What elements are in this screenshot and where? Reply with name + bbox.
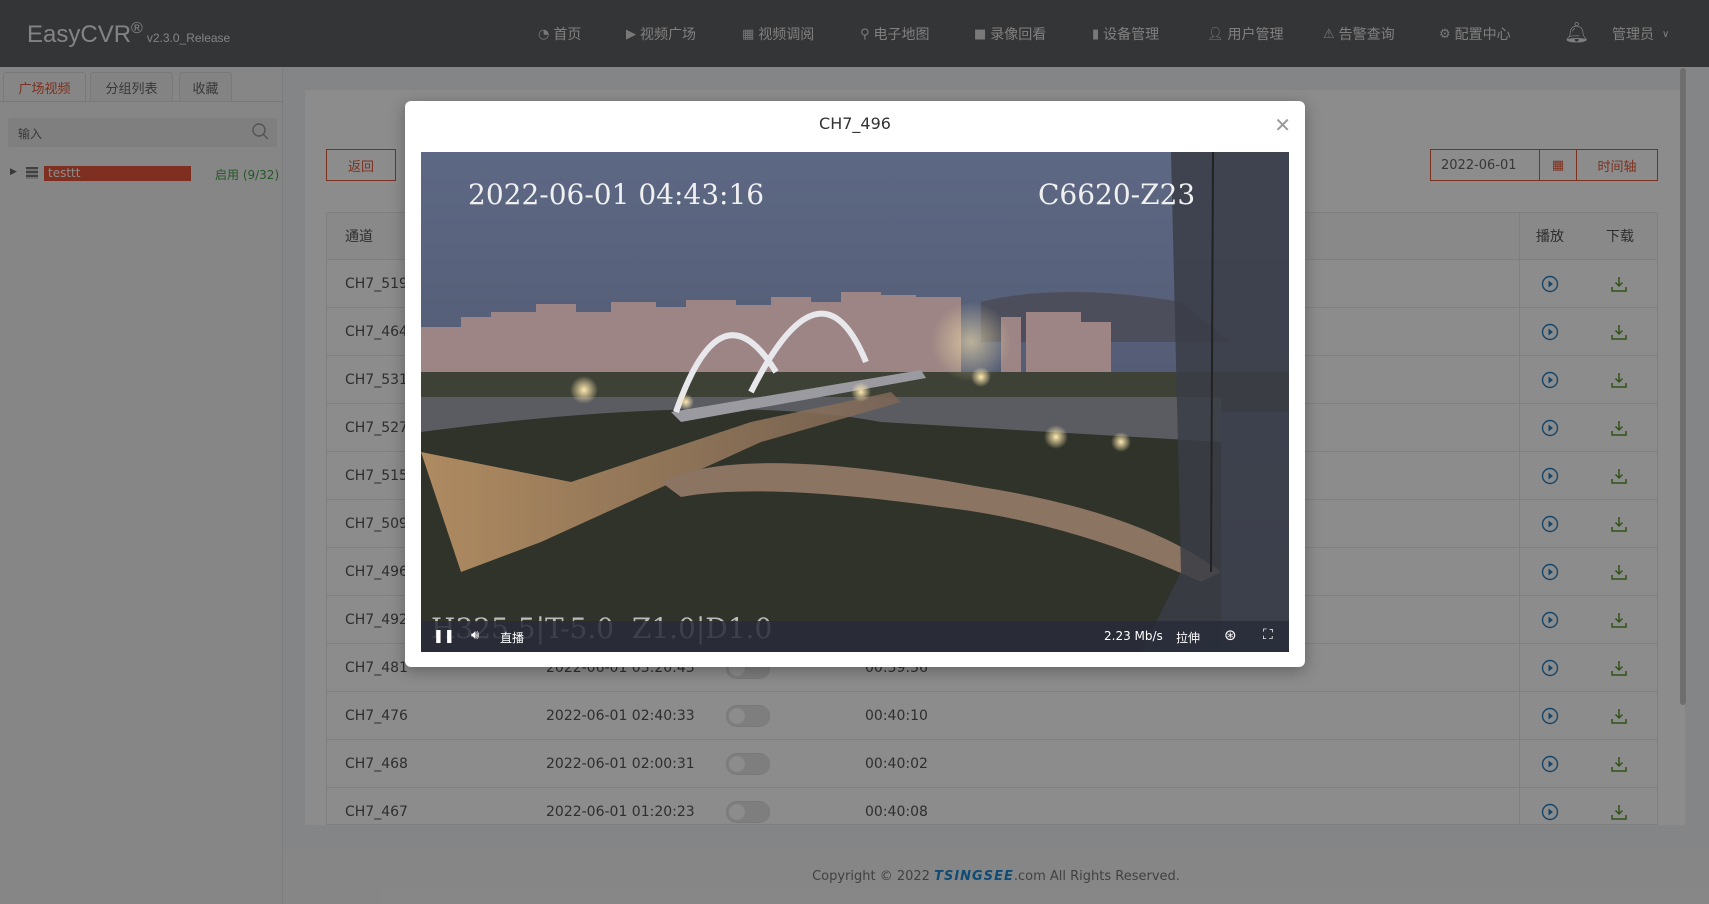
snapshot-icon[interactable]: ⊛ xyxy=(1224,626,1237,644)
stretch-button[interactable]: 拉伸 xyxy=(1176,629,1200,646)
osd-camera-id: C6620-Z23 xyxy=(1038,178,1196,211)
video-modal: CH7_496 ✕ 2022-06-01 04:43:16 C6620-Z23 … xyxy=(405,101,1305,667)
player-controls: ❚❚ 🔊︎ 直播 2.23 Mb/s 拉伸 ⊛ ⛶ xyxy=(421,621,1289,652)
live-label[interactable]: 直播 xyxy=(500,629,524,646)
fullscreen-icon[interactable]: ⛶ xyxy=(1263,627,1273,643)
modal-title: CH7_496 xyxy=(819,114,891,133)
video-player[interactable]: 2022-06-01 04:43:16 C6620-Z23 H325.5|T-5… xyxy=(421,152,1289,652)
osd-datetime: 2022-06-01 04:43:16 xyxy=(468,178,765,211)
bitrate: 2.23 Mb/s xyxy=(1104,629,1163,643)
close-icon[interactable]: ✕ xyxy=(1274,113,1291,137)
pause-icon[interactable]: ❚❚ xyxy=(433,629,455,644)
video-frame xyxy=(421,152,1289,652)
volume-icon[interactable]: 🔊︎ xyxy=(471,628,479,643)
